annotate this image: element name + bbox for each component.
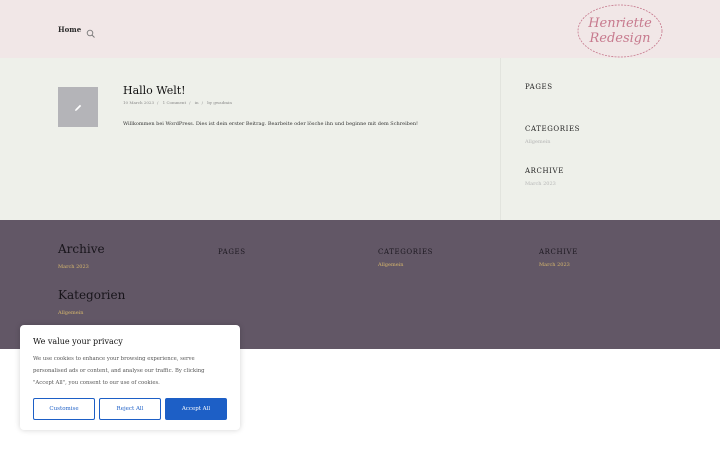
post-excerpt: Willkommen bei WordPress. Dies ist dein … <box>123 121 419 127</box>
cookie-consent-banner: We value your privacy We use cookies to … <box>20 325 240 430</box>
post-title[interactable]: Hallo Welt! <box>123 84 186 97</box>
footer-archive-link[interactable]: March 2023 <box>58 264 89 270</box>
logo-line-1: Henriette <box>587 16 652 31</box>
search-icon[interactable] <box>86 24 96 38</box>
site-header: Home Henriette Redesign <box>0 0 720 58</box>
post-date: 10 March 2023 <box>123 100 155 105</box>
sidebar-categories-heading: CATEGORIES <box>525 125 581 133</box>
footer-categories-heading: CATEGORIES <box>378 248 434 256</box>
customise-button[interactable]: Customise <box>33 398 95 420</box>
pencil-icon <box>73 98 83 117</box>
post-comments[interactable]: 1 Comment <box>163 100 186 105</box>
post-meta: 10 March 2023/ 1 Comment / in / by gwadmin <box>123 100 232 105</box>
footer-kategorien-title: Kategorien <box>58 288 126 302</box>
reject-all-button[interactable]: Reject All <box>99 398 161 420</box>
post-category-prefix: in <box>194 100 199 105</box>
post-author[interactable]: by gwadmin <box>207 100 232 105</box>
cookie-title: We value your privacy <box>33 337 123 346</box>
cookie-text: We use cookies to enhance your browsing … <box>33 356 205 386</box>
site-logo[interactable]: Henriette Redesign <box>576 2 664 58</box>
accept-all-button[interactable]: Accept All <box>165 398 227 420</box>
footer-kategorien-link[interactable]: Allgemein <box>58 310 84 316</box>
post-thumbnail[interactable] <box>58 87 98 127</box>
sidebar-categories-item[interactable]: Allgemein <box>525 139 551 145</box>
footer-archive-heading-link[interactable]: March 2023 <box>539 262 570 268</box>
nav-home-link[interactable]: Home <box>58 25 81 34</box>
footer-archive-title: Archive <box>58 242 105 256</box>
sidebar-divider <box>500 58 501 220</box>
sidebar-pages-heading: PAGES <box>525 83 553 91</box>
logo-line-2: Redesign <box>588 31 650 46</box>
sidebar-archive-heading: ARCHIVE <box>525 167 564 175</box>
main-content: Hallo Welt! 10 March 2023/ 1 Comment / in… <box>0 58 720 220</box>
footer-archive-heading: ARCHIVE <box>539 248 578 256</box>
footer-categories-link[interactable]: Allgemein <box>378 262 404 268</box>
footer-pages-heading: PAGES <box>218 248 246 256</box>
sidebar-archive-item[interactable]: March 2023 <box>525 181 556 187</box>
